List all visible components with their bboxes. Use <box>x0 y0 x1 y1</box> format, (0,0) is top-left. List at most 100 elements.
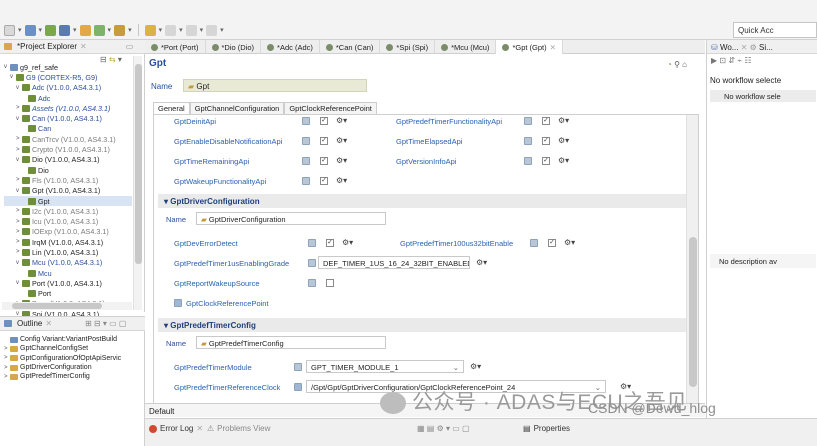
refresh-icon[interactable] <box>93 24 105 36</box>
tree-node[interactable]: > CanTrcv (V1.0.0, AS4.3.1) <box>4 134 132 144</box>
scrollbar-thumb[interactable] <box>135 64 142 264</box>
tree-node[interactable]: Adc <box>4 93 132 103</box>
play-icon[interactable]: ▶ <box>711 56 717 65</box>
tree-node[interactable]: > IrqM (V1.0.0, AS4.3.1) <box>4 237 132 247</box>
dev-error-detect-checkbox[interactable]: ✓ <box>326 239 334 247</box>
chevron-down-icon[interactable]: ▾ <box>159 26 163 34</box>
explorer-hscrollbar[interactable] <box>2 302 132 310</box>
editor-tab[interactable]: *Port (Port) <box>145 40 206 54</box>
tree-node[interactable]: Port <box>4 289 132 299</box>
chevron-down-icon[interactable]: ▾ <box>73 26 77 34</box>
tree-node[interactable]: v Port (V1.0.0, AS4.3.1) <box>4 278 132 288</box>
editor-tab[interactable]: *Can (Can) <box>320 40 381 54</box>
tree-node[interactable]: v G9 (CORTEX-R5, G9) <box>4 72 132 82</box>
chevron-down-icon[interactable]: ▾ <box>18 26 22 34</box>
api-param-checkbox[interactable]: ✓ <box>542 137 550 145</box>
editor-tab[interactable]: *Dio (Dio) <box>206 40 262 54</box>
tree-node[interactable]: > Crypto (V1.0.0, AS4.3.1) <box>4 144 132 154</box>
outline-tab[interactable]: Outline ✕ ⊞ ⊟ ▾ ▭ ▢ <box>0 317 145 331</box>
workflow-tab[interactable]: ⛁ Wo... ✕ ⚙ Si... <box>707 40 817 54</box>
api-param-checkbox[interactable]: ✓ <box>320 117 328 125</box>
forward-icon[interactable] <box>165 24 177 36</box>
new-icon[interactable] <box>4 24 15 36</box>
tree-node[interactable]: v Can (V1.0.0, AS4.3.1) <box>4 113 132 123</box>
pin-icon[interactable] <box>185 24 197 36</box>
home-icon[interactable]: ⌂ <box>682 60 687 69</box>
minimize-icon[interactable]: ▭ <box>126 42 134 51</box>
tree-node[interactable]: Mcu <box>4 268 132 278</box>
sync-icon[interactable]: ⇵ <box>728 56 735 65</box>
editor-tab[interactable]: *Gpt (Gpt) ✕ <box>496 40 563 54</box>
filter-icon[interactable]: ⚲ <box>674 60 680 69</box>
stop-icon[interactable]: ⊡ <box>719 56 726 65</box>
back-icon[interactable] <box>144 24 156 36</box>
predef-1us-dropdown[interactable]: DEF_TIMER_1US_16_24_32BIT_ENABLED ⌄ <box>318 256 470 269</box>
predef-100us-checkbox[interactable]: ✓ <box>548 239 556 247</box>
api-param-checkbox[interactable]: ✓ <box>320 137 328 145</box>
validate-icon[interactable] <box>59 24 71 36</box>
predef-timer-header[interactable]: ▾ GptPredefTimerConfig <box>158 318 686 332</box>
run-icon[interactable] <box>114 24 126 36</box>
chevron-down-icon[interactable]: ▾ <box>128 26 132 34</box>
project-explorer-tab[interactable]: *Project Explorer ✕ ▭ <box>0 40 145 54</box>
action-menu-icon[interactable]: ⚙▾ <box>336 156 347 165</box>
outline-tools-icon[interactable]: ⊞ ⊟ ▾ ▭ ▢ <box>85 319 126 328</box>
tree-icon[interactable]: ☷ <box>744 56 751 65</box>
action-menu-icon[interactable]: ⚙▾ <box>564 238 575 247</box>
editor-tab[interactable]: *Mcu (Mcu) <box>435 40 497 54</box>
report-wakeup-checkbox[interactable] <box>326 279 334 287</box>
hscrollbar-thumb[interactable] <box>12 303 102 309</box>
close-icon[interactable]: ✕ <box>45 319 52 328</box>
history-icon[interactable] <box>206 24 218 36</box>
tree-node[interactable]: > I2c (V1.0.0, AS4.3.1) <box>4 206 132 216</box>
chevron-down-icon[interactable]: ▾ <box>179 26 183 34</box>
api-param-checkbox[interactable]: ✓ <box>320 177 328 185</box>
tree-node[interactable]: > IOExp (V1.0.0, AS4.3.1) <box>4 227 132 237</box>
close-icon[interactable]: ✕ <box>80 42 87 51</box>
panel-tools-icon[interactable]: ▦ ▤ ⚙ ▾ ▭ ▢ <box>417 424 470 433</box>
subtab[interactable]: GptClockReferencePoint <box>284 102 377 114</box>
editor-tab[interactable]: *Spi (Spi) <box>380 40 436 54</box>
generate-icon[interactable] <box>45 24 57 36</box>
content-scrollbar[interactable] <box>686 115 698 409</box>
subtab[interactable]: GptChannelConfiguration <box>189 102 285 114</box>
action-menu-icon[interactable]: ⚙▾ <box>336 136 347 145</box>
editor-tab[interactable]: *Adc (Adc) <box>261 40 320 54</box>
action-menu-icon[interactable]: ⚙▾ <box>558 156 569 165</box>
chevron-down-icon[interactable]: ▾ <box>200 26 204 34</box>
driver-config-header[interactable]: ▾ GptDriverConfiguration <box>158 194 686 208</box>
clock-reference-link[interactable]: GptClockReferencePoint <box>186 299 269 308</box>
outline-item[interactable]: > GptDriverConfiguration <box>4 363 144 372</box>
action-menu-icon[interactable]: ⚙▾ <box>336 176 347 185</box>
action-menu-icon[interactable]: ⚙▾ <box>336 116 347 125</box>
outline-item[interactable]: > GptChannelConfigSet <box>4 344 144 353</box>
predef-name-field[interactable]: ▰ GptPredefTimerConfig <box>196 336 386 349</box>
tree-node[interactable]: > Fls (V1.0.0, AS4.3.1) <box>4 175 132 185</box>
tree-node[interactable]: Dio <box>4 165 132 175</box>
close-icon[interactable]: ✕ <box>550 43 556 52</box>
link-icon[interactable]: ⌁ <box>737 56 742 65</box>
collapse-icon[interactable]: ▾ <box>164 197 168 206</box>
tree-node[interactable]: v Dio (V1.0.0, AS4.3.1) <box>4 155 132 165</box>
save-icon[interactable] <box>24 24 36 36</box>
properties-tab[interactable]: ▤ Properties <box>523 424 570 433</box>
action-menu-icon[interactable]: ⚙▾ <box>476 258 487 267</box>
tree-node[interactable]: Gpt <box>4 195 132 207</box>
tree-node[interactable]: > Icu (V1.0.0, AS4.3.1) <box>4 216 132 226</box>
action-menu-icon[interactable]: ⚙▾ <box>470 362 481 371</box>
tree-node[interactable]: v Gpt (V1.0.0, AS4.3.1) <box>4 186 132 196</box>
tree-node[interactable]: v Adc (V1.0.0, AS4.3.1) <box>4 83 132 93</box>
action-menu-icon[interactable]: ⚙▾ <box>558 136 569 145</box>
outline-item[interactable]: > GptConfigurationOfOptApiServic <box>4 354 144 363</box>
error-log-tab[interactable]: Error Log ✕ <box>149 424 203 433</box>
api-param-checkbox[interactable]: ✓ <box>542 117 550 125</box>
api-param-checkbox[interactable]: ✓ <box>320 157 328 165</box>
quick-access-input[interactable]: Quick Acc <box>733 22 817 38</box>
predef-module-dropdown[interactable]: GPT_TIMER_MODULE_1 ⌄ <box>306 360 464 373</box>
tree-node[interactable]: > Assets (V1.0.0, AS4.3.1) <box>4 103 132 113</box>
subtab[interactable]: General <box>153 102 190 114</box>
scrollbar-thumb[interactable] <box>689 237 697 387</box>
api-param-checkbox[interactable]: ✓ <box>542 157 550 165</box>
driver-name-field[interactable]: ▰ GptDriverConfiguration <box>196 212 386 225</box>
action-menu-icon[interactable]: ⚙▾ <box>342 238 353 247</box>
